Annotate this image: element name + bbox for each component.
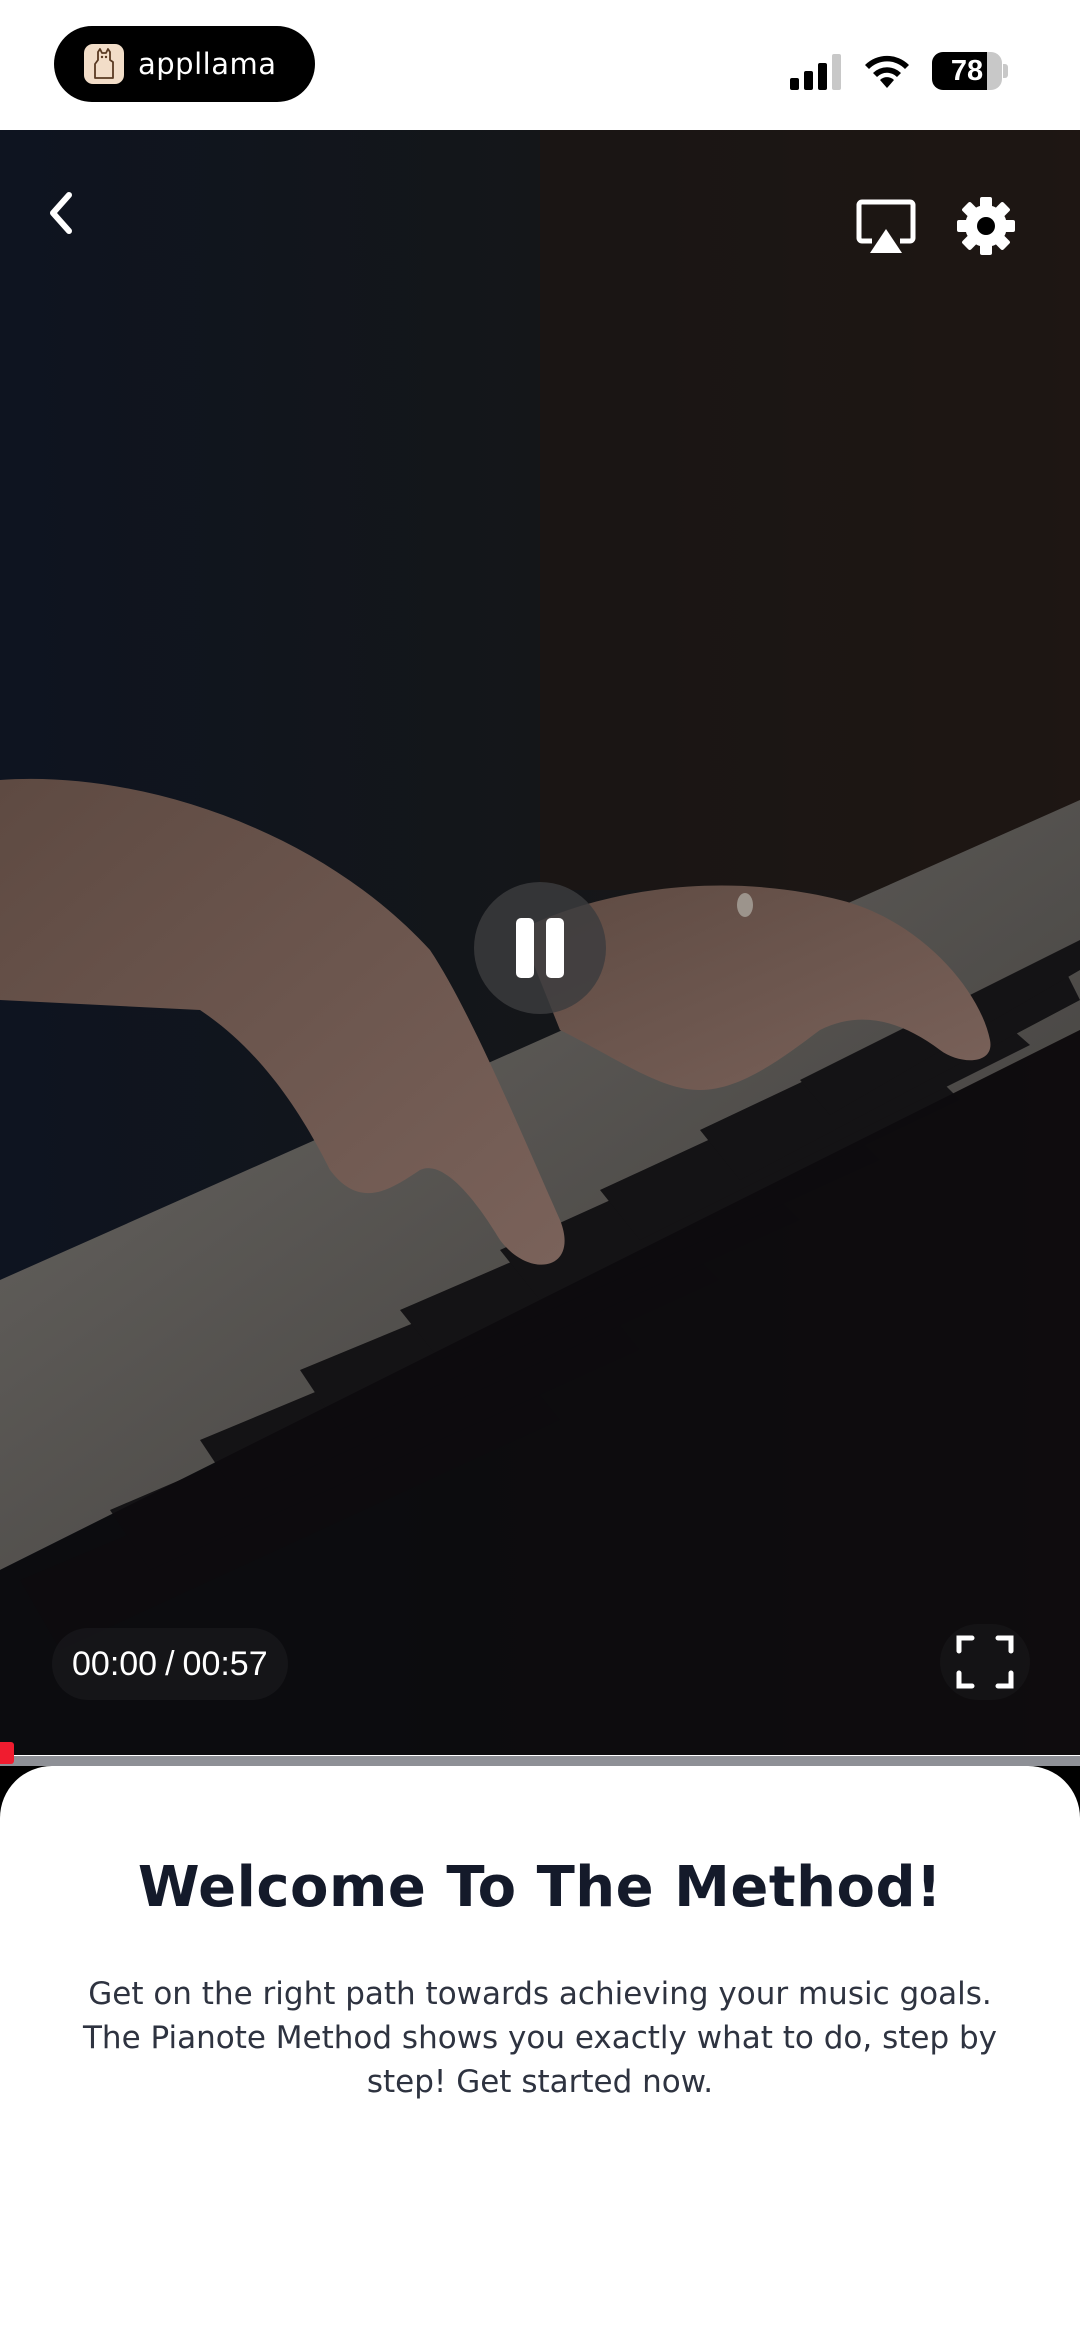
battery-percentage: 78 (950, 55, 984, 87)
pill-app-name: appllama (138, 47, 277, 81)
appllama-pill[interactable]: appllama (54, 26, 315, 102)
airplay-icon (856, 199, 916, 253)
airplay-button[interactable] (850, 194, 922, 260)
gear-icon (957, 197, 1015, 255)
pause-button[interactable] (474, 882, 606, 1014)
sheet-title: Welcome To The Method! (137, 1855, 943, 1920)
time-readout: 00:00/00:57 (52, 1628, 288, 1700)
progress-track[interactable] (0, 1756, 1080, 1766)
fullscreen-icon (956, 1635, 1014, 1689)
fullscreen-button[interactable] (940, 1624, 1030, 1700)
progress-fill[interactable] (0, 1742, 14, 1764)
cellular-signal-icon (790, 54, 841, 90)
chevron-left-icon (50, 192, 72, 234)
current-time: 00:00 (72, 1645, 158, 1683)
battery-icon: 78 (932, 52, 1008, 90)
sheet-description: Get on the right path towards achieving … (82, 1976, 998, 2100)
duration: 00:57 (182, 1645, 268, 1683)
video-player[interactable]: 00:00/00:57 (0, 130, 1080, 1755)
pause-icon (516, 918, 564, 978)
back-button[interactable] (28, 170, 92, 256)
status-bar: appllama 78 (0, 0, 1080, 130)
settings-button[interactable] (952, 192, 1020, 260)
time-separator: / (165, 1645, 175, 1683)
wifi-icon (865, 55, 909, 88)
llama-logo-icon (84, 44, 124, 84)
